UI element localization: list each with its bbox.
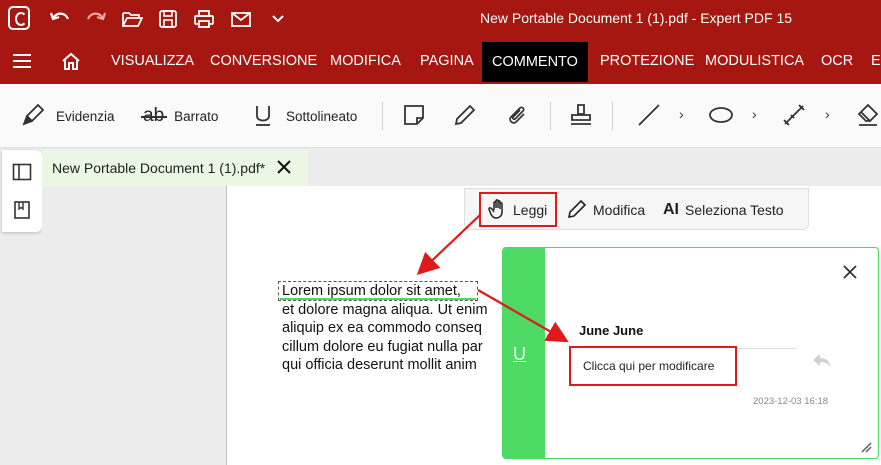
document-tab-title: New Portable Document 1 (1).pdf* [52, 160, 266, 176]
text-cursor-icon: AI [663, 201, 679, 218]
select-text-button[interactable]: AI Seleziona Testo [663, 197, 784, 223]
strikethrough-button[interactable]: ab Barrato [141, 84, 219, 148]
undo-icon[interactable] [48, 7, 72, 31]
toolbar-separator [612, 102, 613, 130]
window-title: New Portable Document 1 (1).pdf - Expert… [480, 10, 793, 26]
measure-tool-button[interactable] [781, 84, 807, 148]
ellipse-icon [708, 105, 734, 128]
stamp-icon [568, 102, 594, 131]
eraser-button[interactable] [856, 84, 880, 148]
resize-grip-icon[interactable] [860, 440, 872, 453]
bookmark-icon[interactable] [10, 198, 34, 222]
edit-button[interactable]: Modifica [567, 197, 645, 223]
underline-button[interactable]: Sottolineato [254, 84, 357, 148]
close-popup-icon[interactable] [840, 262, 860, 282]
redo-icon[interactable] [84, 7, 108, 31]
reply-icon[interactable] [811, 352, 833, 370]
hamburger-menu-icon[interactable] [10, 49, 34, 73]
comment-timestamp: 2023-12-03 16:18 [753, 396, 829, 407]
document-margin [42, 186, 227, 465]
chevron-right-icon[interactable]: › [752, 106, 757, 122]
underline-type-icon: U [513, 344, 526, 364]
stamp-button[interactable] [568, 84, 594, 148]
pencil-icon [567, 199, 587, 222]
save-icon[interactable] [156, 7, 180, 31]
highlighter-icon [20, 102, 46, 131]
sticky-note-button[interactable] [402, 84, 426, 148]
eraser-icon [856, 102, 880, 131]
paperclip-icon [505, 103, 529, 130]
menu-visualizza[interactable]: VISUALIZZA [111, 38, 194, 84]
app-logo[interactable] [8, 6, 30, 30]
print-icon[interactable] [192, 7, 216, 31]
toolbar-separator [550, 102, 551, 130]
menu-e-overflow[interactable]: E- [871, 38, 881, 84]
menu-pagina[interactable]: PAGINA [420, 38, 474, 84]
menu-ocr[interactable]: OCR [821, 38, 853, 84]
line-tool-button[interactable] [636, 84, 662, 148]
comment-type-strip: U [503, 248, 545, 458]
pencil-icon [453, 103, 477, 130]
chevron-right-icon[interactable]: › [825, 106, 830, 122]
strikethrough-icon: ab [141, 105, 167, 127]
measure-icon [781, 102, 807, 131]
close-tab-icon[interactable] [274, 157, 294, 177]
title-bar: New Portable Document 1 (1).pdf - Expert… [0, 0, 881, 38]
edit-label: Modifica [593, 202, 646, 218]
toolbar-separator [382, 102, 383, 130]
comment-placeholder: Clicca qui per modificare [583, 359, 715, 373]
menu-modulistica[interactable]: MODULISTICA [705, 38, 804, 84]
comment-input[interactable]: Clicca qui per modificare [569, 346, 737, 386]
underline-label: Sottolineato [286, 108, 358, 124]
chevron-right-icon[interactable]: › [679, 106, 684, 122]
text-line: cillum dolore eu fugiat nulla par [282, 338, 483, 355]
customize-chevron-icon[interactable] [266, 7, 290, 31]
text-line: qui officia deserunt mollit anim [282, 357, 477, 373]
pencil-button[interactable] [453, 84, 477, 148]
attach-button[interactable] [505, 84, 529, 148]
menu-bar: VISUALIZZA CONVERSIONE MODIFICA PAGINA C… [0, 38, 881, 84]
callout-box-read [479, 192, 557, 227]
menu-commento[interactable]: COMMENTO [482, 42, 588, 82]
open-folder-icon[interactable] [120, 7, 144, 31]
home-icon[interactable] [59, 49, 83, 73]
ellipse-tool-button[interactable] [708, 84, 734, 148]
menu-protezione[interactable]: PROTEZIONE [600, 38, 694, 84]
text-line: aliquip ex ea commodo conseq [282, 320, 482, 336]
panel-toggle-icon[interactable] [10, 160, 34, 184]
line-icon [636, 102, 662, 131]
select-text-label: Seleziona Testo [685, 202, 784, 218]
highlight-label: Evidenzia [56, 108, 115, 124]
sticky-note-icon [402, 103, 426, 130]
highlight-button[interactable]: Evidenzia [20, 84, 115, 148]
document-tab[interactable]: New Portable Document 1 (1).pdf* [42, 150, 308, 186]
strikethrough-label: Barrato [174, 108, 219, 124]
comment-toolbar: Evidenzia ab Barrato Sottolineato › › › [0, 84, 881, 148]
side-rail [2, 150, 42, 232]
text-line: et dolore magna aliqua. Ut enim [282, 301, 488, 318]
menu-modifica[interactable]: MODIFICA [330, 38, 401, 84]
comment-popup[interactable]: U June June Clicca qui per modificare 20… [502, 247, 879, 459]
underline-annotation-mark [280, 298, 476, 300]
comment-author: June June [579, 323, 644, 338]
underline-icon [254, 103, 272, 130]
comment-input-underline [737, 348, 797, 349]
menu-conversione[interactable]: CONVERSIONE [210, 38, 317, 84]
email-icon[interactable] [229, 7, 253, 31]
